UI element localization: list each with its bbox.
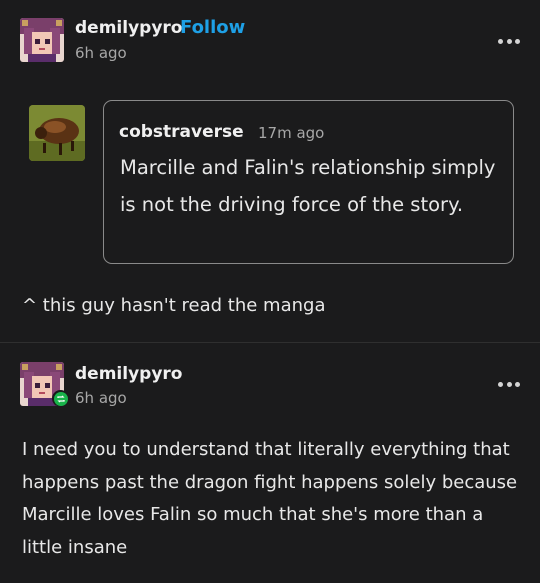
avatar[interactable]	[20, 18, 64, 62]
quoted-avatar[interactable]	[29, 105, 85, 161]
more-horizontal-icon[interactable]	[498, 380, 520, 388]
post-timestamp: 6h ago	[75, 44, 127, 62]
post-username[interactable]: demilypyro	[75, 18, 182, 38]
post-timestamp: 6h ago	[75, 389, 127, 407]
follow-button[interactable]: Follow	[180, 17, 245, 38]
post-comment: ^ this guy hasn't read the manga	[22, 295, 326, 316]
quoted-username[interactable]: cobstraverse	[119, 122, 244, 142]
more-horizontal-icon[interactable]	[498, 37, 520, 45]
beetle-avatar-image	[29, 105, 85, 161]
reblog-icon	[52, 390, 69, 407]
avatar-image	[20, 18, 64, 62]
quoted-timestamp: 17m ago	[258, 124, 325, 142]
post-divider	[0, 342, 540, 343]
quoted-text: Marcille and Falin's relationship simply…	[120, 156, 496, 216]
post-username[interactable]: demilypyro	[75, 364, 182, 384]
post-body: I need you to understand that literally …	[22, 439, 518, 558]
